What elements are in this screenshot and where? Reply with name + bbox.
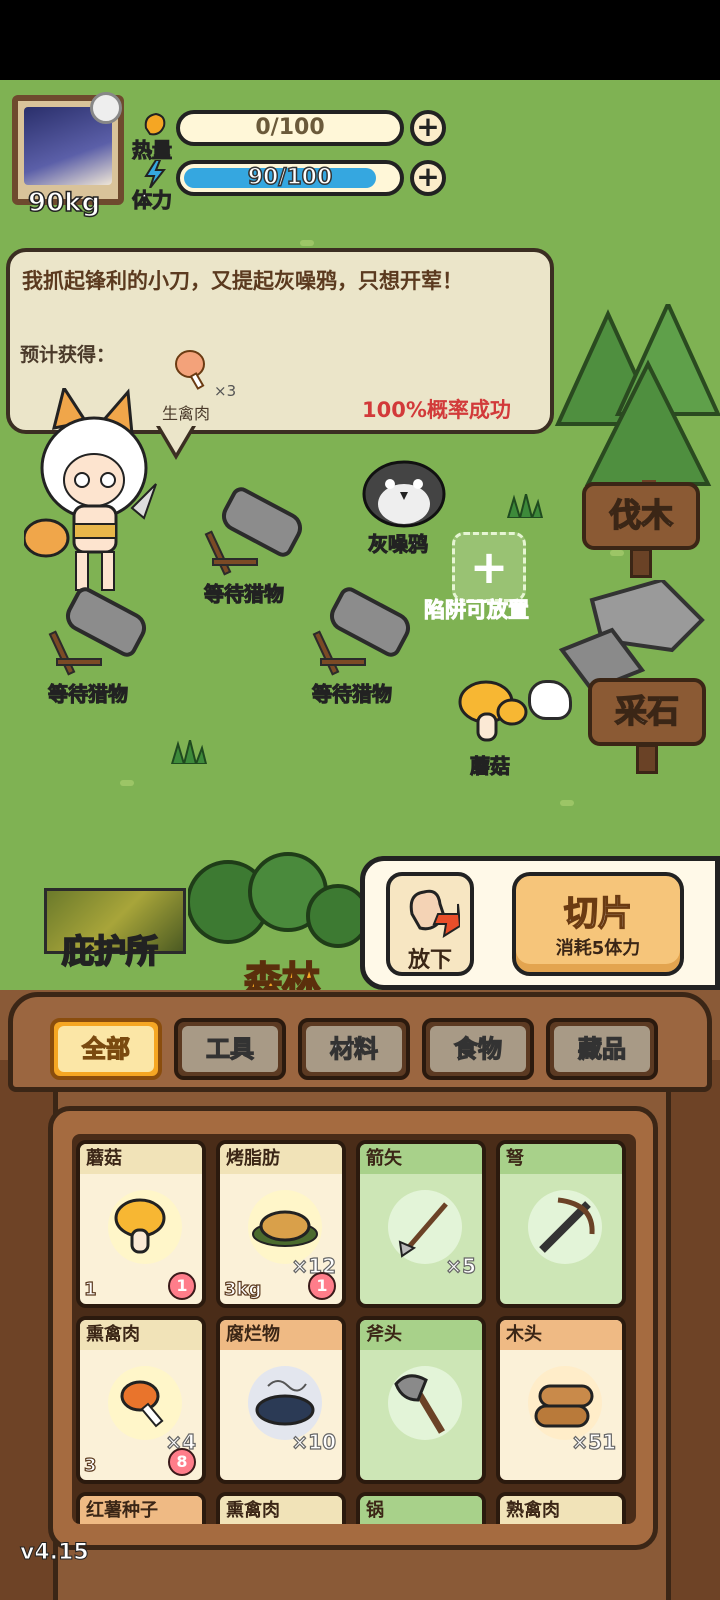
pine-trees-icon [554,304,720,500]
tab-tools[interactable]: 工具 [174,1018,286,1080]
add-stamina-button[interactable]: + [410,160,446,196]
logging-sign-button[interactable]: 伐木 [582,482,700,578]
stamina-label: 体力 [132,188,173,213]
inventory-item-axe[interactable]: 斧头 [356,1316,486,1484]
dialog-text: 我抓起锋利的小刀，又提起灰噪鸦，只想开荤！ [22,269,463,293]
raw-poultry-icon [175,350,205,390]
shelter-label[interactable]: 庇护所 [61,926,159,972]
roasted-fat-icon [248,1190,322,1264]
mushroom-icon [108,1190,182,1264]
inventory-item-wood[interactable]: 木头 ×51 [496,1316,626,1484]
inventory-item-sweet-potato-seed[interactable]: 红薯种子 [76,1492,206,1524]
drop-button-label: 放下 [407,948,452,973]
stamina-value: 90/100 [247,164,333,191]
expected-reward-label: 预计获得： [20,344,116,366]
settings-gear-icon[interactable] [90,92,122,124]
success-rate: 100%概率成功 [362,398,511,422]
calories-value: 0/100 [255,115,325,140]
tab-collectibles[interactable]: 藏品 [546,1018,658,1080]
inventory-item-pot[interactable]: 锅 [356,1492,486,1524]
reward-count: ×3 [214,382,237,400]
tab-materials[interactable]: 材料 [298,1018,410,1080]
grass-tuft-icon [170,740,208,764]
tab-food[interactable]: 食物 [422,1018,534,1080]
add-calories-button[interactable]: + [410,110,446,146]
axe-icon [388,1366,462,1440]
trap-3-status: 等待猎物 [312,682,393,707]
inventory-item-crossbow[interactable]: 弩 [496,1140,626,1308]
inventory-item-roasted-fat[interactable]: 烤脂肪 ×12 3kg 1 [216,1140,346,1308]
trap-slot-add-button[interactable]: + [452,532,526,602]
quarry-sign-button[interactable]: 采石 [588,678,706,774]
arrow-icon [388,1190,462,1264]
calories-label: 热量 [132,138,173,163]
trap-2[interactable] [48,583,152,680]
crossbow-icon [528,1190,602,1264]
calories-bar: 0/100 [176,110,404,146]
inventory-item-smoked-poultry[interactable]: 熏禽肉 ×4 3 8 [76,1316,206,1484]
wood-icon [528,1366,602,1440]
inventory-item-arrow[interactable]: 箭矢 ×5 [356,1140,486,1308]
crow-label: 灰噪鸦 [368,532,429,557]
mushroom-label: 蘑菇 [470,754,511,779]
reward-name: 生禽肉 [162,404,211,423]
rotten-icon [248,1366,322,1440]
slice-cost-label: 消耗5体力 [555,938,641,959]
top-notch-area [0,0,720,80]
crow-icon[interactable] [356,450,452,528]
tab-all[interactable]: 全部 [50,1018,162,1080]
smoked-poultry-icon [108,1366,182,1440]
stamina-bar: 90/100 [176,160,404,196]
trap-1-status: 等待猎物 [204,582,285,607]
inventory-item-smoked-poultry-2[interactable]: 熏禽肉 [216,1492,346,1524]
drop-hand-icon [409,889,460,938]
grass-tuft-icon [506,494,544,518]
version-label: v4.15 [20,1540,90,1566]
mushroom-icon[interactable] [456,676,528,746]
trap-3[interactable] [312,583,416,680]
trap-2-status: 等待猎物 [48,682,129,707]
player-character[interactable] [24,388,164,598]
drop-button[interactable]: 放下 [386,872,474,976]
trap-slot-label: 陷阱可放置 [424,598,530,623]
inventory-item-rotten[interactable]: 腐烂物 ×10 [216,1316,346,1484]
inventory-item-mushroom[interactable]: 蘑菇 1 1 [76,1140,206,1308]
player-weight: 90kg [27,187,101,219]
inventory-item-cooked-poultry[interactable]: 熟禽肉 [496,1492,626,1524]
slice-button-label: 切片 [563,893,633,935]
slice-button[interactable]: 切片 消耗5体力 [512,872,684,976]
trap-1[interactable] [204,483,308,580]
inventory-grid: 蘑菇 1 1 烤脂肪 ×12 3kg 1 箭矢 ×5 弩 熏禽肉 ×4 3 8 … [72,1134,636,1524]
